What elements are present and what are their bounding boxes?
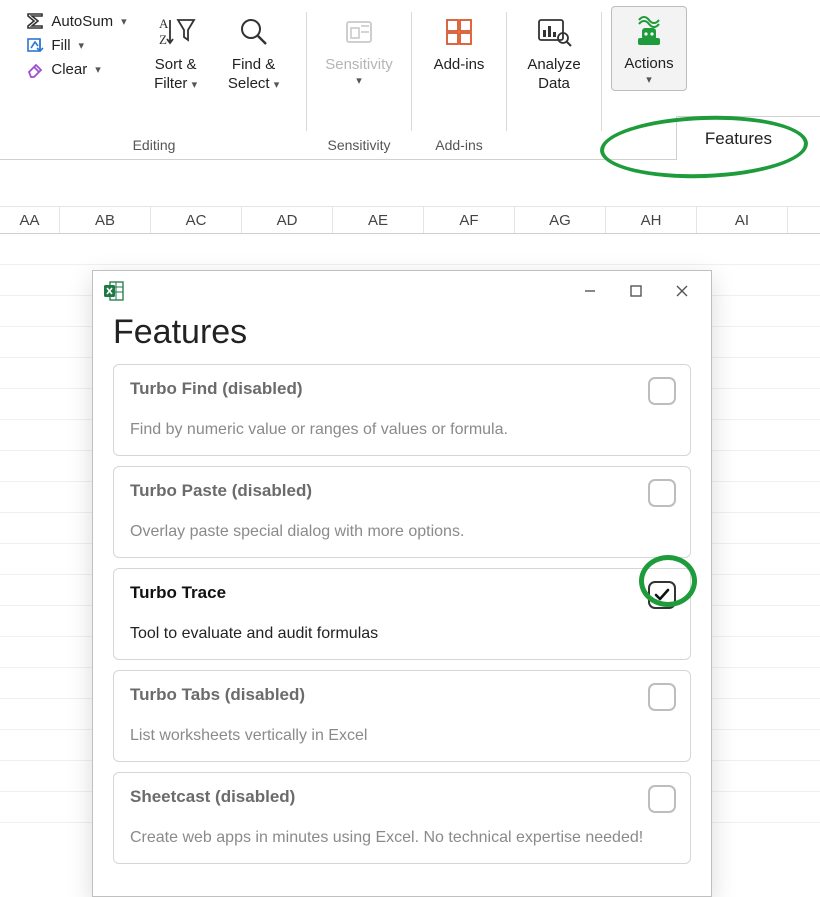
feature-checkbox[interactable] bbox=[648, 683, 676, 711]
group-label-analyze bbox=[513, 131, 595, 159]
chevron-down-icon: ▾ bbox=[121, 15, 127, 28]
feature-checkbox[interactable] bbox=[648, 479, 676, 507]
feature-desc: Create web apps in minutes using Excel. … bbox=[130, 829, 674, 847]
actions-button[interactable]: Actions ▾ bbox=[611, 6, 687, 91]
column-header[interactable]: AA bbox=[0, 207, 60, 233]
ribbon-group-analyze: Analyze Data bbox=[509, 6, 599, 159]
find-select-label-1: Find & bbox=[232, 56, 275, 75]
dialog-titlebar[interactable] bbox=[93, 271, 711, 311]
feature-checkbox[interactable] bbox=[648, 581, 676, 609]
sigma-icon bbox=[25, 12, 45, 30]
group-label-editing: Editing bbox=[8, 131, 300, 159]
feature-desc: Overlay paste special dialog with more o… bbox=[130, 523, 674, 541]
chevron-down-icon: ▾ bbox=[79, 39, 85, 52]
feature-title: Sheetcast (disabled) bbox=[130, 787, 674, 807]
maximize-button[interactable] bbox=[613, 275, 659, 307]
svg-text:Z: Z bbox=[159, 32, 167, 47]
analyze-icon bbox=[535, 12, 573, 52]
sensitivity-label: Sensitivity bbox=[325, 56, 393, 75]
group-label-sensitivity: Sensitivity bbox=[313, 131, 405, 159]
column-header[interactable]: AF bbox=[424, 207, 515, 233]
column-header[interactable]: AD bbox=[242, 207, 333, 233]
maximize-icon bbox=[629, 284, 643, 298]
ribbon: AutoSum ▾ Fill ▾ Clear ▾ bbox=[0, 0, 820, 160]
eraser-icon bbox=[25, 60, 45, 78]
addins-icon bbox=[441, 12, 477, 52]
actions-label: Actions bbox=[624, 55, 673, 74]
ribbon-group-sensitivity: Sensitivity ▾ Sensitivity bbox=[309, 6, 409, 159]
features-dialog: Features Turbo Find (disabled) Find by n… bbox=[92, 270, 712, 897]
ribbon-separator bbox=[601, 12, 602, 131]
column-header[interactable]: AI bbox=[697, 207, 788, 233]
autosum-button[interactable]: AutoSum ▾ bbox=[21, 10, 130, 32]
sort-filter-button[interactable]: A Z Sort & Filter ▾ bbox=[137, 6, 215, 96]
fill-icon bbox=[25, 36, 45, 54]
column-header[interactable]: AH bbox=[606, 207, 697, 233]
feature-card-sheetcast[interactable]: Sheetcast (disabled) Create web apps in … bbox=[113, 772, 691, 864]
chevron-down-icon: ▾ bbox=[95, 63, 101, 76]
chevron-down-icon: ▾ bbox=[192, 79, 198, 93]
column-header[interactable]: AC bbox=[151, 207, 242, 233]
features-tab-label: Features bbox=[705, 129, 772, 149]
dialog-heading: Features bbox=[113, 313, 691, 352]
feature-title: Turbo Paste (disabled) bbox=[130, 481, 674, 501]
fill-label: Fill bbox=[51, 37, 70, 54]
analyze-label-2: Data bbox=[538, 75, 570, 94]
chevron-down-icon: ▾ bbox=[356, 75, 362, 89]
feature-title: Turbo Trace bbox=[130, 583, 674, 603]
ribbon-separator bbox=[306, 12, 307, 131]
column-header[interactable]: AG bbox=[515, 207, 606, 233]
clear-label: Clear bbox=[51, 61, 87, 78]
close-button[interactable] bbox=[659, 275, 705, 307]
find-select-button[interactable]: Find & Select ▾ bbox=[215, 6, 293, 96]
actions-icon bbox=[631, 11, 667, 51]
chevron-down-icon: ▾ bbox=[274, 79, 280, 93]
feature-checkbox[interactable] bbox=[648, 377, 676, 405]
feature-checkbox[interactable] bbox=[648, 785, 676, 813]
feature-title: Turbo Find (disabled) bbox=[130, 379, 674, 399]
clear-button[interactable]: Clear ▾ bbox=[21, 58, 130, 80]
column-header-row: AA AB AC AD AE AF AG AH AI bbox=[0, 206, 820, 234]
sort-filter-label-1: Sort & bbox=[155, 56, 197, 75]
group-label-addins: Add-ins bbox=[418, 131, 500, 159]
find-select-label-2: Select bbox=[228, 75, 270, 92]
feature-desc: Find by numeric value or ranges of value… bbox=[130, 421, 674, 439]
excel-app-icon bbox=[103, 280, 125, 302]
feature-card-turbo-paste[interactable]: Turbo Paste (disabled) Overlay paste spe… bbox=[113, 466, 691, 558]
addins-button[interactable]: Add-ins bbox=[420, 6, 498, 77]
column-header[interactable]: AB bbox=[60, 207, 151, 233]
ribbon-separator bbox=[506, 12, 507, 131]
ribbon-group-addins: Add-ins Add-ins bbox=[414, 6, 504, 159]
analyze-data-button[interactable]: Analyze Data bbox=[515, 6, 593, 96]
minimize-button[interactable] bbox=[567, 275, 613, 307]
svg-text:A: A bbox=[159, 16, 169, 31]
editing-stack: AutoSum ▾ Fill ▾ Clear ▾ bbox=[15, 6, 136, 80]
search-icon bbox=[236, 12, 272, 52]
feature-card-turbo-find[interactable]: Turbo Find (disabled) Find by numeric va… bbox=[113, 364, 691, 456]
sort-filter-icon: A Z bbox=[156, 12, 196, 52]
sensitivity-button: Sensitivity ▾ bbox=[320, 6, 398, 91]
features-tab[interactable]: Features bbox=[676, 116, 820, 160]
column-header[interactable]: AE bbox=[333, 207, 424, 233]
sensitivity-icon bbox=[341, 12, 377, 52]
minimize-icon bbox=[583, 284, 597, 298]
feature-card-turbo-tabs[interactable]: Turbo Tabs (disabled) List worksheets ve… bbox=[113, 670, 691, 762]
fill-button[interactable]: Fill ▾ bbox=[21, 34, 130, 56]
chevron-down-icon: ▾ bbox=[646, 74, 652, 88]
sort-filter-label-2: Filter bbox=[154, 75, 187, 92]
feature-title: Turbo Tabs (disabled) bbox=[130, 685, 674, 705]
analyze-label-1: Analyze bbox=[527, 56, 580, 75]
close-icon bbox=[675, 284, 689, 298]
addins-label: Add-ins bbox=[434, 56, 485, 75]
feature-desc: List worksheets vertically in Excel bbox=[130, 727, 674, 745]
autosum-label: AutoSum bbox=[51, 13, 113, 30]
ribbon-separator bbox=[411, 12, 412, 131]
feature-card-turbo-trace[interactable]: Turbo Trace Tool to evaluate and audit f… bbox=[113, 568, 691, 660]
feature-desc: Tool to evaluate and audit formulas bbox=[130, 625, 674, 643]
ribbon-group-editing: AutoSum ▾ Fill ▾ Clear ▾ bbox=[4, 6, 304, 159]
